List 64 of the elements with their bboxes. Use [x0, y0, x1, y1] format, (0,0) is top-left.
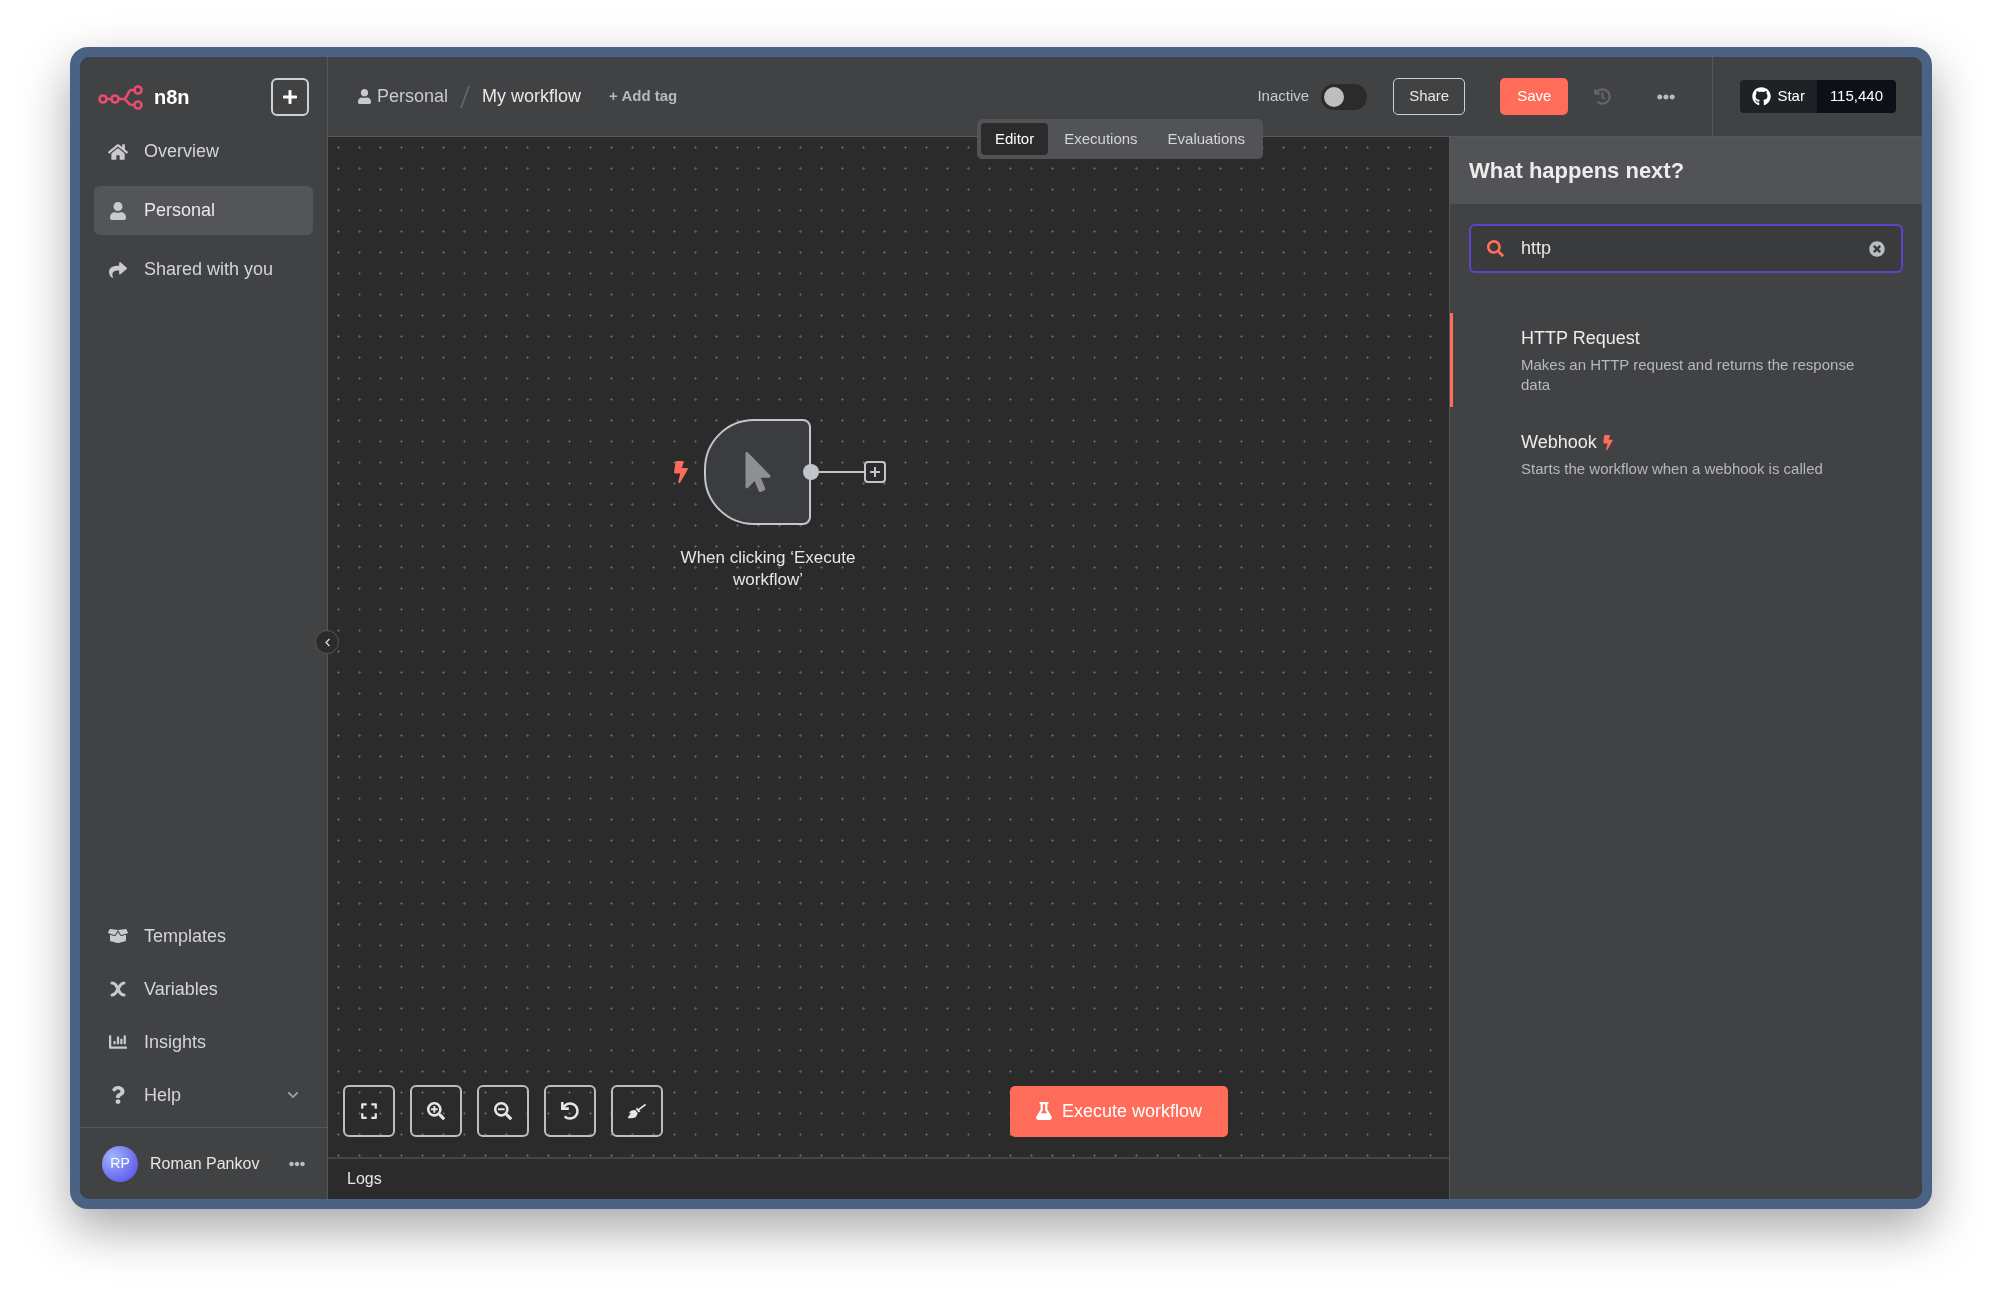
add-tag-link[interactable]: + Add tag	[609, 85, 678, 108]
result-description: Makes an HTTP request and returns the response data	[1521, 355, 1856, 395]
zoom-out-icon	[494, 1102, 512, 1120]
box-icon	[108, 927, 128, 945]
logo-icon	[98, 84, 144, 110]
flask-icon	[1036, 1102, 1052, 1120]
expand-icon	[360, 1102, 378, 1120]
node-result[interactable]: HTTP Request Makes an HTTP request and returns the response data	[1450, 313, 1922, 407]
nav-item[interactable]: Personal	[94, 186, 313, 235]
breadcrumb-separator	[460, 84, 471, 109]
active-toggle[interactable]	[1321, 83, 1368, 110]
logs-tab[interactable]: Logs	[347, 1167, 382, 1191]
cursor-icon	[744, 452, 771, 492]
zoom-in-icon	[427, 1102, 445, 1120]
nav-item[interactable]: Insights	[94, 1020, 313, 1064]
nav-item[interactable]: Variables	[94, 967, 313, 1011]
workflow-node[interactable]	[704, 419, 811, 525]
collapse-button[interactable]	[315, 630, 339, 654]
user-icon	[358, 89, 371, 104]
tidy-up-button[interactable]	[611, 1085, 663, 1137]
bar-chart-icon	[108, 1033, 128, 1051]
result-description: Starts the workflow when a webhook is called	[1521, 459, 1824, 479]
trigger-bolt-icon	[1602, 435, 1613, 450]
search-icon	[1487, 240, 1504, 257]
project-link[interactable]: Personal	[377, 83, 449, 110]
variable-x-icon	[108, 980, 128, 998]
share-button[interactable]: Share	[1393, 78, 1466, 115]
chevron-down-icon	[287, 1089, 299, 1101]
share-arrow-icon	[108, 260, 128, 279]
user-icon	[108, 201, 128, 220]
panel-title: What happens next?	[1469, 157, 1685, 185]
view-tab[interactable]: Evaluations	[1153, 123, 1260, 155]
plus-icon	[282, 89, 298, 105]
result-title: Webhook	[1521, 431, 1597, 454]
logo-text: n8n	[154, 85, 190, 110]
node-result[interactable]: Webhook Starts the workflow when a webhook is called	[1450, 417, 1922, 491]
workflow-name[interactable]: My workflow	[482, 83, 582, 110]
node-label: When clicking ‘Execute workflow’	[679, 547, 857, 591]
undo-icon	[561, 1102, 579, 1120]
toggle-label: Inactive	[1257, 86, 1310, 107]
reset-zoom-button[interactable]	[544, 1085, 596, 1137]
chevron-left-icon	[322, 637, 332, 647]
user-name: Roman Pankov	[150, 1153, 260, 1174]
star-count[interactable]: 115,440	[1816, 80, 1896, 113]
broom-icon	[628, 1102, 646, 1120]
github-star-button[interactable]: Star	[1740, 80, 1817, 113]
home-icon	[108, 142, 128, 161]
result-title: HTTP Request	[1521, 327, 1640, 350]
node-connector[interactable]	[802, 458, 888, 486]
user-avatar: RP	[102, 1145, 138, 1182]
nav-item[interactable]: Overview	[94, 127, 313, 176]
search-field[interactable]: http	[1469, 224, 1903, 273]
nav-item[interactable]: Templates	[94, 914, 313, 958]
new-button[interactable]	[271, 78, 309, 116]
nav-item[interactable]: Help	[94, 1073, 313, 1117]
view-tab[interactable]: Executions	[1050, 123, 1152, 155]
zoom-out-button[interactable]	[477, 1085, 529, 1137]
nav-item[interactable]: Shared with you	[94, 245, 313, 294]
zoom-in-button[interactable]	[410, 1085, 462, 1137]
clear-icon[interactable]	[1869, 240, 1885, 257]
github-icon	[1752, 87, 1772, 106]
trigger-bolt-icon	[674, 461, 688, 483]
view-tab[interactable]: Editor	[981, 123, 1049, 155]
fit-view-button[interactable]	[343, 1085, 395, 1137]
